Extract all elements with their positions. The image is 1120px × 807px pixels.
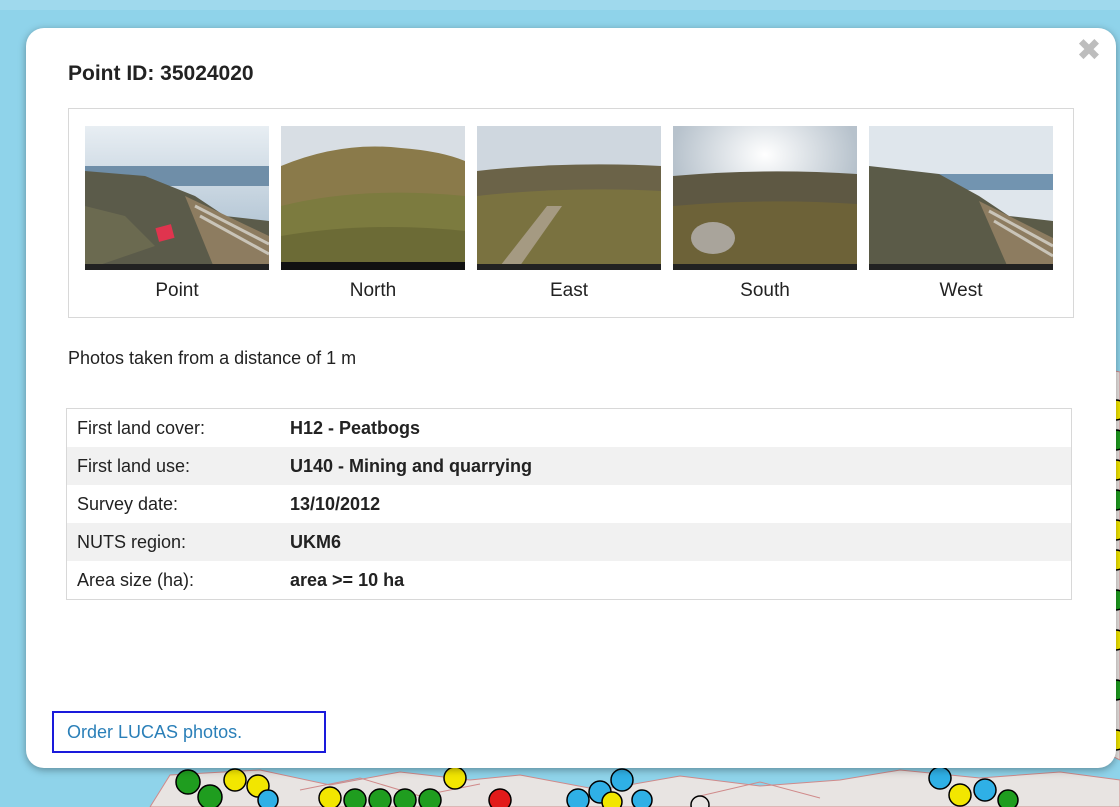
photo-south-thumbnail[interactable] bbox=[673, 126, 857, 270]
attribute-key: Survey date: bbox=[77, 493, 179, 514]
attribute-value: H12 - Peatbogs bbox=[290, 417, 421, 438]
attribute-table: First land cover: H12 - Peatbogs First l… bbox=[66, 408, 1072, 600]
point-info-popup: ✖ Point ID: 35024020 Point North East So… bbox=[26, 28, 1116, 768]
attribute-value: area >= 10 ha bbox=[290, 569, 405, 590]
table-row: NUTS region: UKM6 bbox=[66, 523, 1072, 561]
photo-distance-note: Photos taken from a distance of 1 m bbox=[68, 348, 357, 368]
photo-west-thumbnail[interactable] bbox=[869, 126, 1053, 270]
photo-gallery: Point North East South West bbox=[68, 108, 1074, 318]
photo-point[interactable]: Point bbox=[85, 126, 269, 302]
photo-east-thumbnail[interactable] bbox=[477, 126, 661, 270]
photo-label-east: East bbox=[549, 280, 589, 301]
attribute-key: First land cover: bbox=[77, 417, 206, 438]
photo-label-south: South bbox=[740, 280, 790, 301]
popup-title: Point ID: 35024020 bbox=[68, 62, 254, 85]
attribute-value: UKM6 bbox=[280, 523, 1072, 561]
table-row: First land cover: H12 - Peatbogs bbox=[67, 409, 1072, 448]
table-row: First land use: U140 - Mining and quarry… bbox=[66, 447, 1072, 485]
photo-east[interactable]: East bbox=[477, 126, 661, 302]
table-row: Survey date: 13/10/2012 bbox=[67, 485, 1072, 523]
photo-north-thumbnail[interactable] bbox=[281, 126, 465, 270]
photo-south[interactable]: South bbox=[673, 126, 857, 302]
attribute-key: Area size (ha): bbox=[77, 569, 195, 590]
popup-pointer bbox=[540, 736, 580, 758]
photo-label-west: West bbox=[939, 280, 983, 301]
table-row: Area size (ha): area >= 10 ha bbox=[67, 561, 1072, 600]
photo-north[interactable]: North bbox=[281, 126, 465, 302]
attribute-key: NUTS region: bbox=[66, 523, 280, 561]
attribute-key: First land use: bbox=[66, 447, 280, 485]
close-icon[interactable]: ✖ bbox=[1076, 36, 1102, 66]
attribute-value: 13/10/2012 bbox=[290, 493, 381, 514]
photo-label-north: North bbox=[349, 280, 397, 301]
order-photos-link[interactable]: Order LUCAS photos. bbox=[52, 711, 326, 753]
photo-point-thumbnail[interactable] bbox=[85, 126, 269, 270]
photo-label-point: Point bbox=[155, 280, 199, 301]
attribute-value: U140 - Mining and quarrying bbox=[280, 447, 1072, 485]
photo-west[interactable]: West bbox=[869, 126, 1053, 302]
